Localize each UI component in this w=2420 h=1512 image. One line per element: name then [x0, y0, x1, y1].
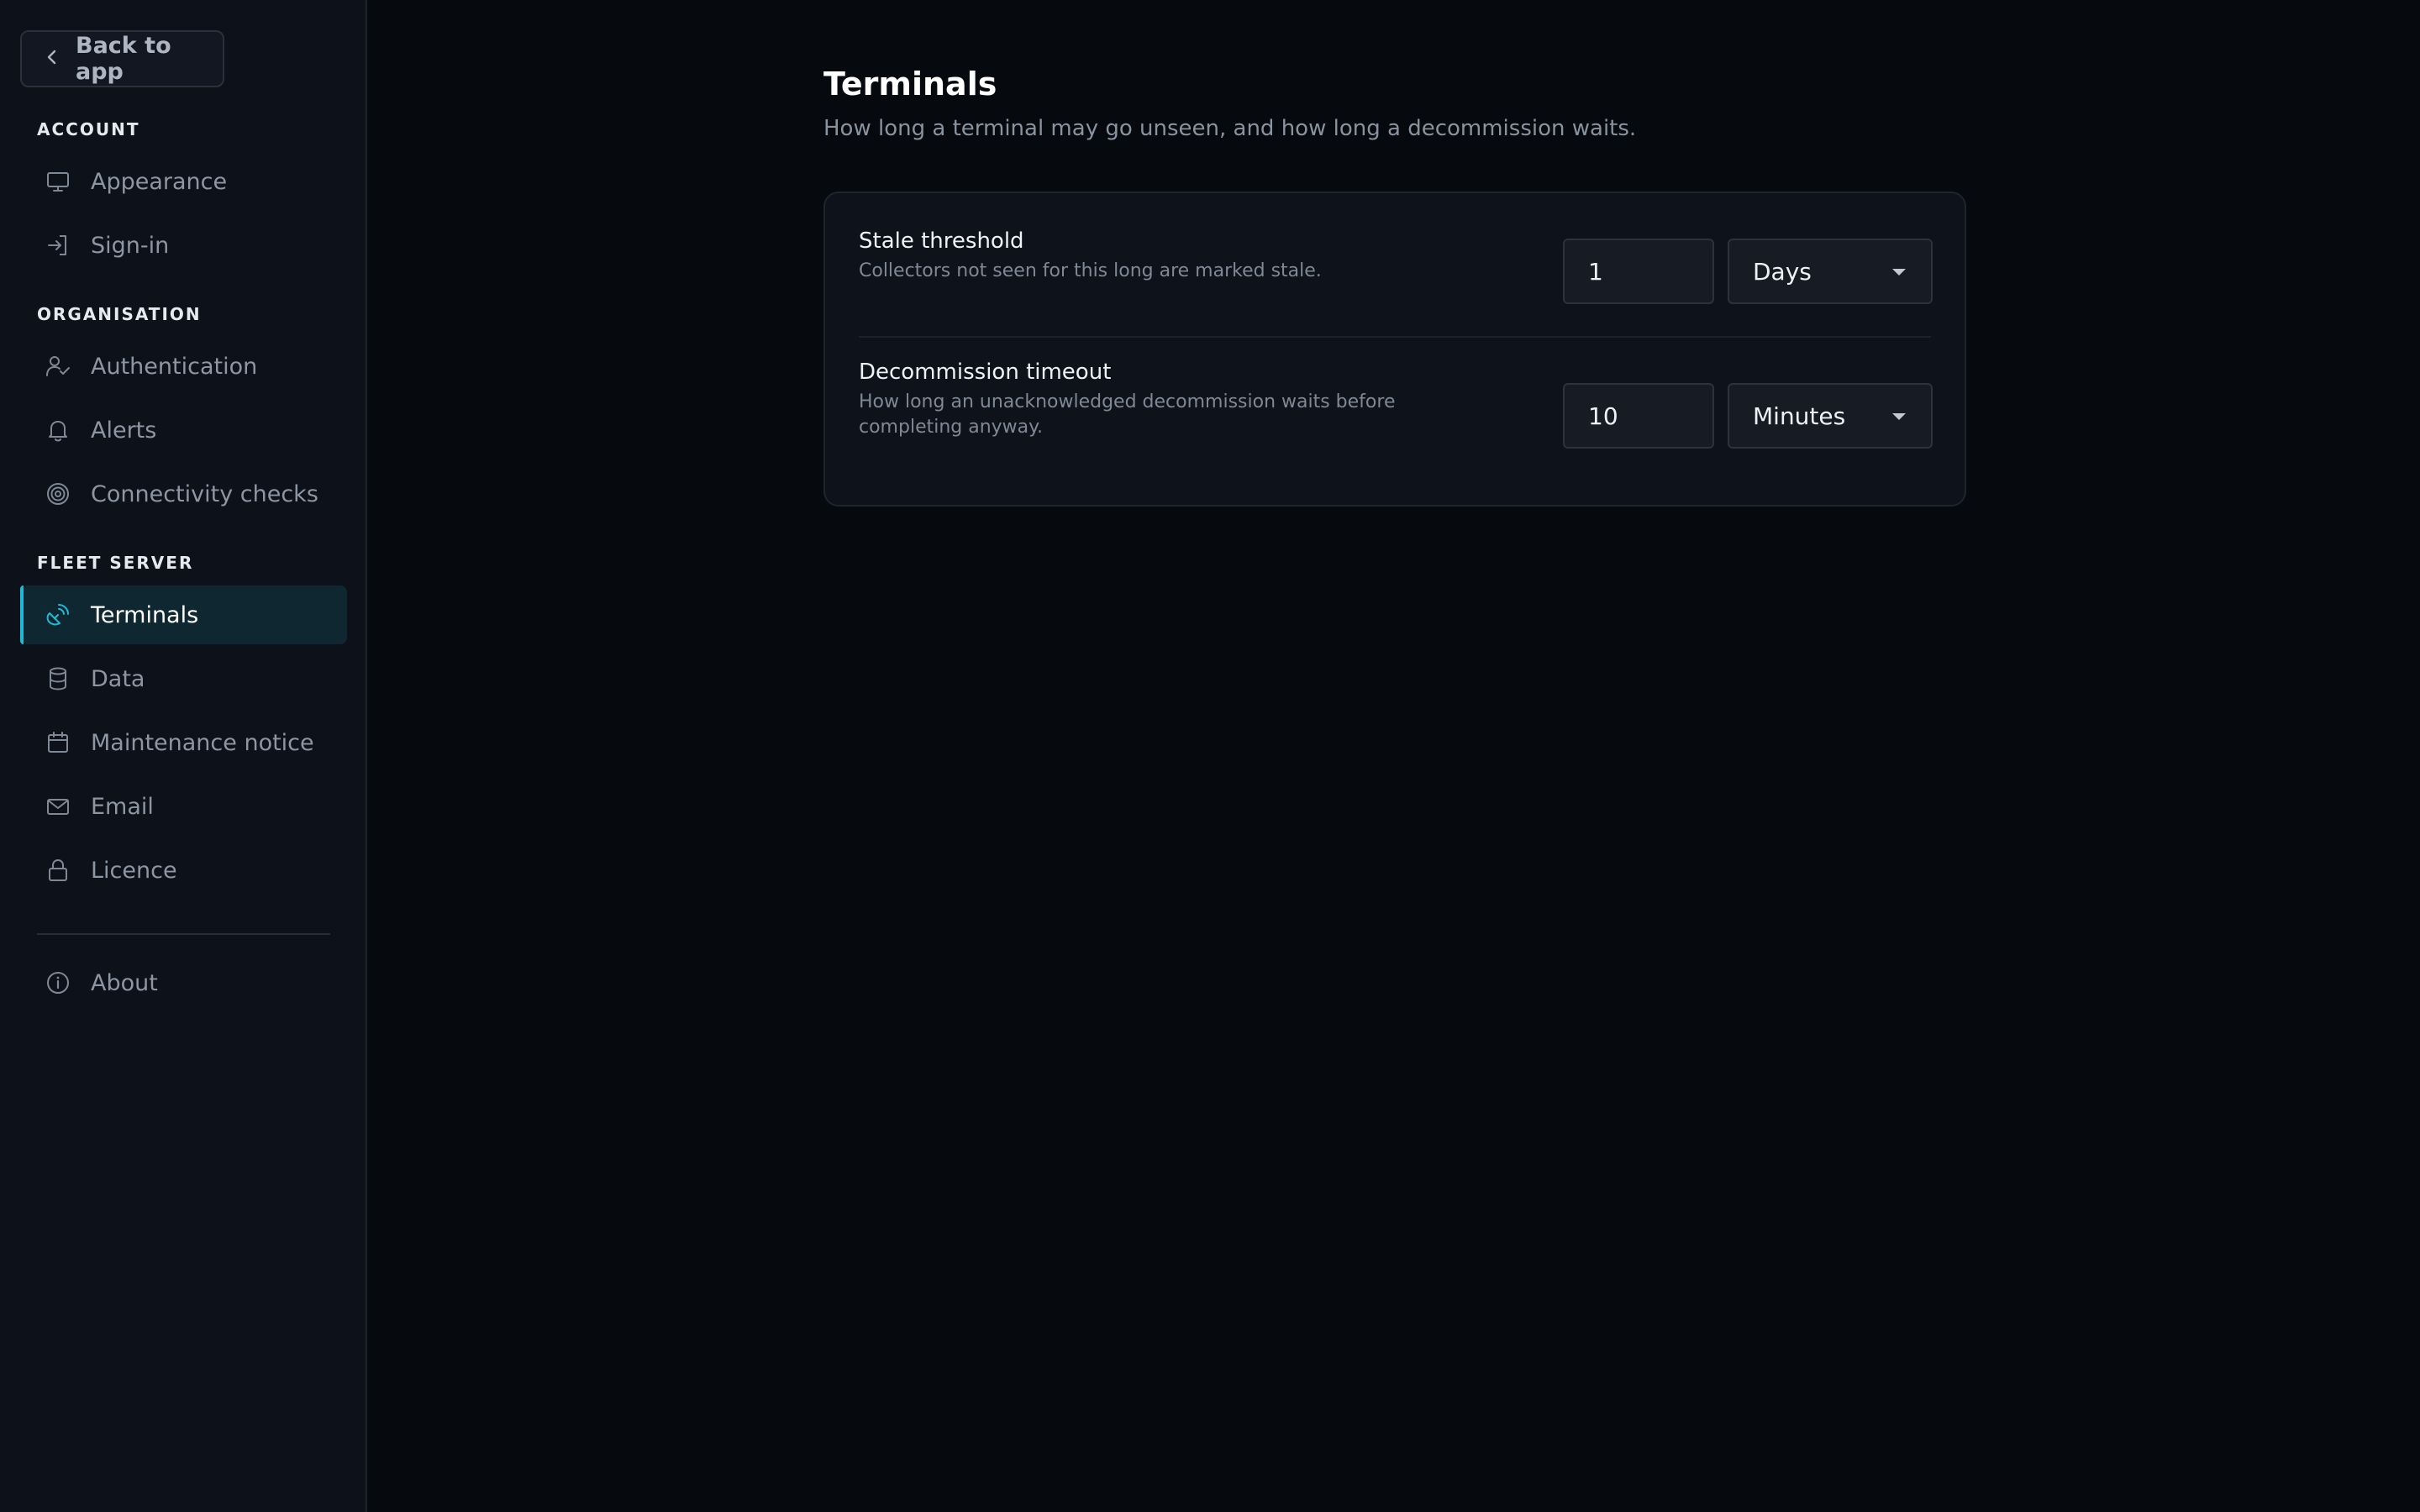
sidebar-item-terminals[interactable]: Terminals — [20, 585, 347, 644]
stale-threshold-description: Collectors not seen for this long are ma… — [859, 260, 1322, 281]
caret-down-icon — [1892, 269, 1906, 276]
caret-down-icon — [1892, 413, 1906, 420]
sidebar-item-label: Licence — [91, 857, 177, 884]
settings-card: Stale threshold Collectors not seen for … — [823, 192, 1966, 507]
stale-threshold-unit-value: Days — [1753, 257, 1812, 286]
decommission-timeout-label: Decommission timeout — [859, 360, 1112, 385]
sidebar-item-maintenance-notice[interactable]: Maintenance notice — [20, 713, 347, 772]
sidebar-item-about[interactable]: About — [20, 953, 347, 1012]
sidebar-item-label: Authentication — [91, 353, 258, 380]
section-label-fleet-server: FLEET SERVER — [37, 553, 194, 573]
back-to-app-label: Back to app — [76, 33, 171, 85]
sidebar-item-label: Connectivity checks — [91, 480, 318, 507]
sidebar-item-label: Sign-in — [91, 232, 170, 259]
stale-threshold-input[interactable] — [1563, 239, 1714, 304]
sidebar-item-appearance[interactable]: Appearance — [20, 152, 347, 211]
lock-icon — [44, 856, 72, 885]
stale-threshold-unit-select[interactable]: Days — [1728, 239, 1933, 304]
decommission-timeout-unit-select[interactable]: Minutes — [1728, 383, 1933, 449]
sidebar-item-alerts[interactable]: Alerts — [20, 401, 347, 459]
sidebar-item-label: About — [91, 969, 158, 996]
bell-icon — [44, 416, 72, 444]
database-icon — [44, 664, 72, 693]
info-icon — [44, 969, 72, 997]
decommission-timeout-input[interactable] — [1563, 383, 1714, 449]
decommission-timeout-description: How long an unacknowledged decommission … — [859, 391, 1396, 438]
sidebar-item-signin[interactable]: Sign-in — [20, 216, 347, 275]
page-subtitle: How long a terminal may go unseen, and h… — [823, 116, 1637, 141]
sidebar-item-data[interactable]: Data — [20, 649, 347, 708]
sidebar-divider — [37, 933, 330, 935]
section-label-organisation: ORGANISATION — [37, 304, 202, 324]
stale-threshold-label: Stale threshold — [859, 228, 1024, 254]
chevron-left-icon — [44, 49, 60, 69]
sidebar-item-email[interactable]: Email — [20, 777, 347, 836]
sidebar-item-label: Data — [91, 665, 145, 692]
sidebar-item-label: Terminals — [91, 601, 199, 628]
sidebar-item-licence[interactable]: Licence — [20, 841, 347, 900]
sidebar-item-connectivity-checks[interactable]: Connectivity checks — [20, 465, 347, 523]
back-to-app-button[interactable]: Back to app — [20, 30, 224, 87]
sidebar-item-label: Alerts — [91, 417, 157, 444]
sidebar-item-label: Email — [91, 793, 154, 820]
sidebar-item-label: Appearance — [91, 168, 228, 195]
sidebar-item-authentication[interactable]: Authentication — [20, 337, 347, 396]
page-title: Terminals — [823, 66, 997, 102]
satellite-dish-icon — [44, 601, 72, 629]
user-check-icon — [44, 352, 72, 381]
sign-in-icon — [44, 231, 72, 260]
calendar-icon — [44, 728, 72, 757]
section-label-account: ACCOUNT — [37, 119, 140, 139]
mail-icon — [44, 792, 72, 821]
monitor-icon — [44, 167, 72, 196]
card-divider — [859, 336, 1931, 338]
sidebar: Back to app ACCOUNT Appearance Sign-in O… — [0, 0, 367, 1512]
sidebar-item-label: Maintenance notice — [91, 729, 314, 756]
decommission-timeout-unit-value: Minutes — [1753, 402, 1846, 430]
target-icon — [44, 480, 72, 508]
